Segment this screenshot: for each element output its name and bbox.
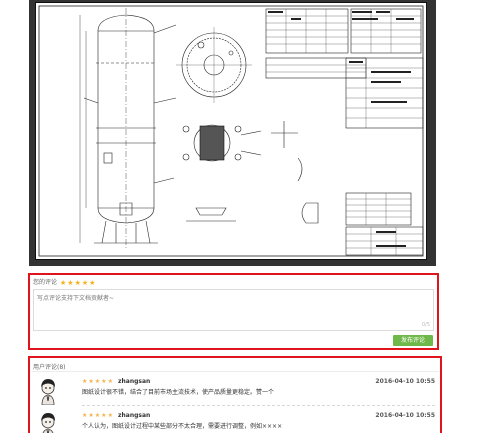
star-icon: ★ <box>107 378 113 385</box>
avatar <box>36 377 60 405</box>
comment-text: 个人认为，图纸设计过程中某些部分不太合理，需要进行调整，例如×××× <box>82 423 283 430</box>
star-icon: ★ <box>101 378 107 385</box>
comment-username[interactable]: zhangsan <box>118 412 150 420</box>
submit-comment-button[interactable]: 发布评论 <box>393 335 433 346</box>
page: 您的评论 ★ ★ ★ ★ ★ 0/5 发布评论 用户评论(8) <box>0 0 491 433</box>
comment-rating: ★ ★ ★ ★ ★ <box>82 412 114 420</box>
star-icon: ★ <box>101 412 107 419</box>
comment-date: 2016-04-10 10:55 <box>375 412 435 419</box>
comments-title: 用户评论(8) <box>33 364 66 371</box>
star-icon: ★ <box>82 378 88 385</box>
comment-rating: ★ ★ ★ ★ ★ <box>82 378 114 386</box>
star-icon: ★ <box>94 378 101 385</box>
rating-stars[interactable]: ★ ★ ★ ★ ★ <box>60 278 96 288</box>
star-icon: ★ <box>107 412 113 419</box>
divider <box>31 371 439 372</box>
comment-username[interactable]: zhangsan <box>118 378 150 386</box>
comment-form-title: 您的评论 <box>33 279 58 286</box>
star-icon: ★ <box>88 412 94 419</box>
star-icon: ★ <box>88 378 94 385</box>
star-icon[interactable]: ★ <box>89 278 95 288</box>
char-counter: 0/5 <box>421 322 430 328</box>
comment-form-header: 您的评论 ★ ★ ★ ★ ★ <box>33 278 96 288</box>
drawing-sheet <box>35 2 427 260</box>
star-icon: ★ <box>82 412 88 419</box>
star-icon[interactable]: ★ <box>60 278 66 288</box>
comment-item: ★ ★ ★ ★ ★ zhangsan 2016-04-10 10:55 图纸设计… <box>30 375 440 409</box>
drawing-preview <box>29 0 436 266</box>
engineering-drawing-image <box>38 5 424 257</box>
comment-text: 图纸设计很不错，结合了目前市场主流技术，使产品质量更稳定。赞一个 <box>82 389 275 396</box>
star-icon[interactable]: ★ <box>82 278 88 288</box>
divider <box>82 405 435 406</box>
star-icon[interactable]: ★ <box>75 278 81 288</box>
user-comments: 用户评论(8) ★ ★ ★ ★ ★ zhangsan 2016-04-10 10… <box>28 356 442 433</box>
comment-form: 您的评论 ★ ★ ★ ★ ★ 0/5 发布评论 <box>28 273 439 350</box>
avatar <box>36 411 60 433</box>
star-icon[interactable]: ★ <box>67 278 73 288</box>
star-icon: ★ <box>94 412 101 419</box>
comment-item: ★ ★ ★ ★ ★ zhangsan 2016-04-10 10:55 个人认为… <box>30 409 440 433</box>
comment-input[interactable] <box>33 289 434 331</box>
comment-date: 2016-04-10 10:55 <box>375 378 435 385</box>
